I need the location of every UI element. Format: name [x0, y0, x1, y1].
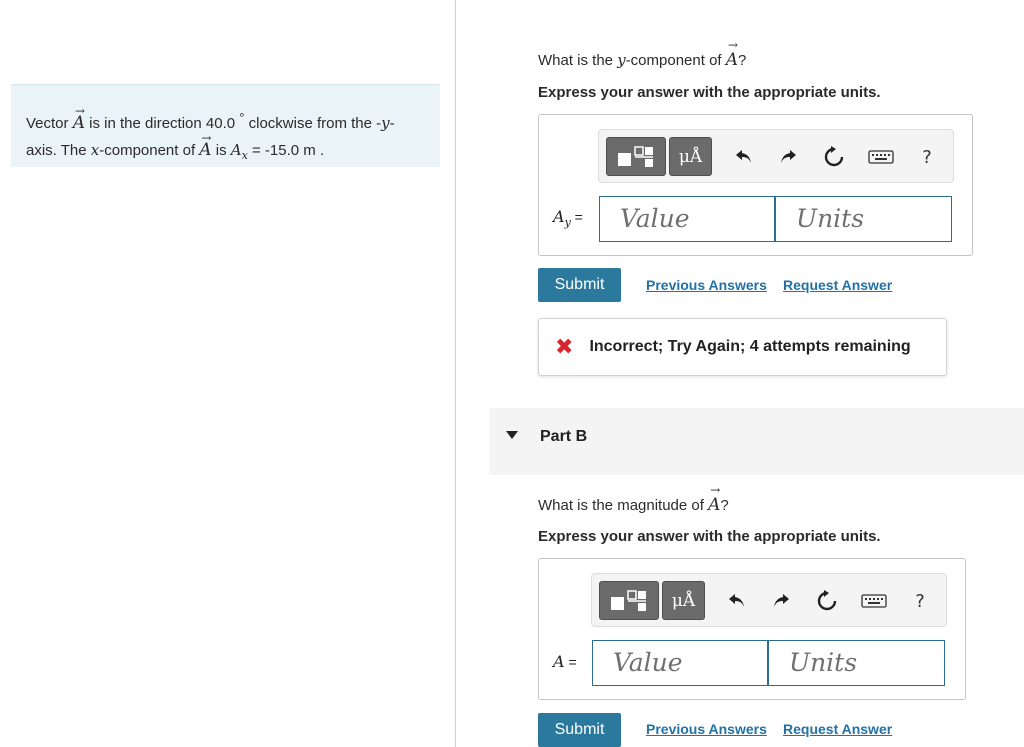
undo-icon[interactable]	[725, 588, 749, 614]
vector-a: A	[708, 495, 720, 515]
reset-icon[interactable]	[822, 144, 846, 170]
part-a-submit-button[interactable]: Submit	[538, 268, 621, 302]
part-b-variable-label: A =	[553, 652, 577, 671]
x-variable: x	[90, 141, 100, 159]
y-variable: y	[381, 114, 390, 132]
problem-text: -component of	[99, 142, 196, 159]
part-b-header[interactable]: Part B	[489, 408, 1024, 475]
redo-icon[interactable]	[769, 588, 793, 614]
problem-pane: Vector A is in the direction 40.0 ° cloc…	[0, 0, 456, 747]
vector-a: A	[199, 137, 211, 163]
problem-text: is	[215, 142, 227, 159]
part-b-units-input[interactable]: Units	[768, 640, 945, 686]
keyboard-icon[interactable]	[867, 144, 895, 170]
vector-a: A	[73, 110, 85, 136]
ax-value: = -15.0 m .	[247, 142, 325, 159]
part-a-previous-answers-link[interactable]: Previous Answers	[646, 277, 767, 293]
part-a-question: What is the y-component of A?	[538, 50, 746, 70]
ax-label: Ax	[230, 141, 248, 162]
redo-icon[interactable]	[776, 144, 800, 170]
vector-a: A	[726, 50, 738, 70]
incorrect-x-icon: ✖	[555, 334, 574, 359]
units-icon[interactable]: μÅ	[669, 137, 712, 176]
part-a-units-input[interactable]: Units	[775, 196, 952, 242]
problem-text: -	[389, 115, 395, 132]
templates-icon[interactable]	[606, 137, 666, 176]
keyboard-icon[interactable]	[860, 588, 888, 614]
part-b-math-toolbar: μÅ ?	[591, 573, 947, 627]
question-pane: What is the y-component of A? Express yo…	[457, 0, 1024, 747]
part-b-answer-box: μÅ ? A = Value Units	[538, 558, 966, 700]
part-b-title: Part B	[540, 428, 588, 445]
problem-text: axis. The	[26, 142, 87, 159]
part-a-request-answer-link[interactable]: Request Answer	[783, 277, 892, 293]
reset-icon[interactable]	[815, 588, 839, 614]
units-icon[interactable]: μÅ	[662, 581, 705, 620]
templates-icon[interactable]	[599, 581, 659, 620]
problem-text: clockwise from the -	[248, 115, 382, 132]
part-b-submit-button[interactable]: Submit	[538, 713, 621, 747]
part-b-previous-answers-link[interactable]: Previous Answers	[646, 721, 767, 737]
help-icon[interactable]: ?	[915, 144, 939, 170]
caret-down-icon[interactable]	[506, 431, 518, 439]
problem-text: Vector	[26, 115, 69, 132]
part-b-value-input[interactable]: Value	[592, 640, 768, 686]
part-a-answer-box: μÅ ? Ay = Value Units	[538, 114, 973, 256]
part-a-feedback: ✖ Incorrect; Try Again; 4 attempts remai…	[538, 318, 947, 376]
part-a-instruction: Express your answer with the appropriate…	[538, 84, 881, 101]
part-b-instruction: Express your answer with the appropriate…	[538, 528, 881, 545]
part-b-request-answer-link[interactable]: Request Answer	[783, 721, 892, 737]
part-a-value-input[interactable]: Value	[599, 196, 775, 242]
problem-statement: Vector A is in the direction 40.0 ° cloc…	[11, 84, 440, 167]
part-b-question: What is the magnitude of A?	[538, 495, 729, 515]
part-a-variable-label: Ay =	[553, 207, 583, 230]
feedback-text: Incorrect; Try Again; 4 attempts remaini…	[589, 338, 911, 355]
page: Vector A is in the direction 40.0 ° cloc…	[0, 0, 1024, 747]
degree-symbol: °	[239, 110, 245, 125]
part-a-math-toolbar: μÅ ?	[598, 129, 954, 183]
problem-text: is in the direction 40.0	[89, 115, 236, 132]
undo-icon[interactable]	[732, 144, 756, 170]
help-icon[interactable]: ?	[908, 588, 932, 614]
